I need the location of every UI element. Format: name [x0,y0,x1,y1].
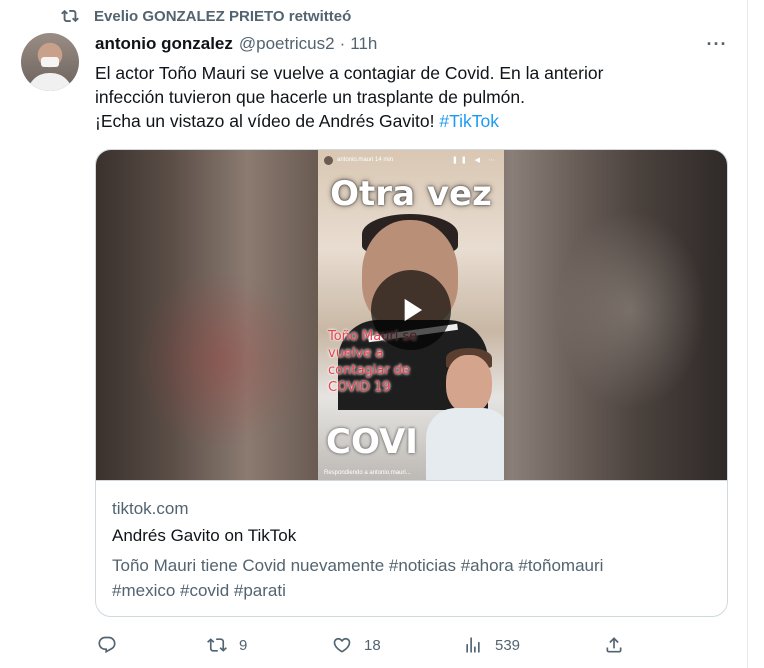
retweet-icon [207,638,227,652]
video-reply-text: Respondiendo a antonio.mauri... [324,470,411,476]
timestamp[interactable]: 11h [350,34,377,54]
author-handle[interactable]: @poetricus2 [239,34,335,54]
video-bottom-text: COVI [326,422,418,462]
card-description-tags: #mexico #covid #parati [112,581,286,600]
retweet-button[interactable]: 9 [207,632,247,658]
more-icon[interactable]: ··· [702,33,732,55]
card-domain: tiktok.com [112,499,189,518]
author-name[interactable]: antonio gonzalez [95,34,233,54]
reply-button[interactable] [97,632,117,658]
video-account-avatar [324,155,333,165]
avatar[interactable] [21,33,79,91]
tweet-text-line: infección tuvieron que hacerle un traspl… [95,87,525,107]
reply-icon [98,636,116,654]
tweet-text-cta: ¡Echa un vistazo al vídeo de Andrés Gavi… [95,111,435,131]
blurred-background [136,270,306,450]
card-description-text: Toño Mauri tiene Covid nuevamente [112,556,385,575]
avatar-shirt [27,73,73,91]
tweet-text-line: ¡Echa un vistazo al vídeo de Andrés Gavi… [95,109,715,133]
retweet-icon [60,6,80,26]
video-account-name: antonio.mauri [337,157,374,163]
views-count: 539 [495,636,521,654]
like-button[interactable]: 18 [332,632,381,658]
like-count: 18 [364,636,381,654]
play-button[interactable] [371,270,451,350]
card-description-tags: #noticias #ahora #toñomauri [388,556,604,575]
presenter-face [446,355,492,413]
retweet-count: 9 [239,636,248,654]
separator-dot: · [339,34,346,53]
hashtag-link[interactable]: #TikTok [439,111,499,131]
card-title: Andrés Gavito on TikTok [112,526,297,545]
video-age: 14 min [375,157,394,163]
video-controls-icon: ❚❚ ◀ ⋯ [451,157,498,164]
heart-icon [333,637,351,653]
share-button[interactable] [604,632,624,658]
timeline-border [747,0,748,668]
tweet-text-line: El actor Toño Mauri se vuelve a contagia… [95,63,604,83]
retweet-context-text[interactable]: Evelio GONZALEZ PRIETO retwitteó [94,8,351,25]
video-top-bar: antonio.mauri 14 min ❚❚ ◀ ⋯ [324,154,498,166]
tweet-header: antonio gonzalez @poetricus2 · 11h [95,33,377,55]
video-thumbnail[interactable]: antonio.mauri 14 min ❚❚ ◀ ⋯ Otra vez Toñ… [96,150,727,480]
avatar-mask [41,57,59,67]
link-card[interactable]: antonio.mauri 14 min ❚❚ ◀ ⋯ Otra vez Toñ… [95,149,728,617]
tweet-text: El actor Toño Mauri se vuelve a contagia… [95,61,715,133]
action-bar: 9 18 539 [95,632,727,658]
presenter-shirt [426,408,504,480]
video-title: Otra vez [330,174,492,214]
share-icon [606,637,622,653]
views-button[interactable]: 539 [463,632,520,658]
card-info[interactable]: tiktok.com Andrés Gavito on TikTok Toño … [96,480,727,616]
retweet-context[interactable]: Evelio GONZALEZ PRIETO retwitteó [60,4,351,28]
play-icon [404,298,423,322]
blurred-background [556,210,706,410]
views-icon [466,637,480,653]
card-description: Toño Mauri tiene Covid nuevamente #notic… [112,553,712,603]
